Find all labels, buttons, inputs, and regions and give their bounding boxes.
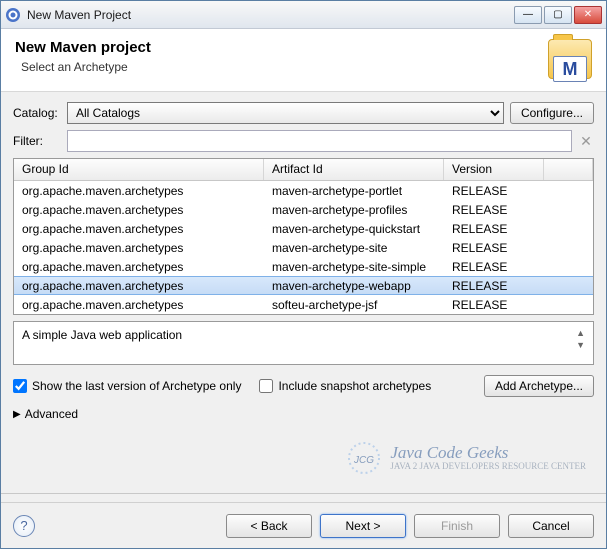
table-row[interactable]: org.apache.maven.archetypesmaven-archety… [14, 219, 593, 238]
include-snapshot-checkbox[interactable]: Include snapshot archetypes [259, 379, 431, 393]
column-group-id[interactable]: Group Id [14, 159, 264, 180]
filter-input[interactable] [67, 130, 572, 152]
expand-icon: ▶ [13, 409, 21, 420]
wizard-header: New Maven project Select an Archetype M [1, 29, 606, 92]
catalog-label: Catalog: [13, 106, 61, 120]
catalog-select[interactable]: All Catalogs [67, 102, 504, 124]
back-button[interactable]: < Back [226, 514, 312, 538]
configure-button[interactable]: Configure... [510, 102, 594, 124]
help-icon[interactable]: ? [13, 515, 35, 537]
cancel-button[interactable]: Cancel [508, 514, 594, 538]
minimize-button[interactable]: — [514, 6, 542, 24]
svg-text:JCG: JCG [353, 455, 374, 466]
maximize-button[interactable]: ▢ [544, 6, 572, 24]
table-row[interactable]: org.apache.maven.archetypesmaven-archety… [14, 276, 593, 295]
table-body[interactable]: org.apache.maven.archetypesmaven-archety… [14, 181, 593, 314]
table-row[interactable]: org.apache.maven.archetypesmaven-archety… [14, 181, 593, 200]
column-artifact-id[interactable]: Artifact Id [264, 159, 444, 180]
page-title: New Maven project [15, 39, 548, 56]
titlebar[interactable]: New Maven Project — ▢ ✕ [1, 1, 606, 29]
maven-folder-icon: M [548, 39, 592, 79]
column-version[interactable]: Version [444, 159, 544, 180]
scroll-down-icon[interactable]: ▼ [576, 340, 585, 350]
window-title: New Maven Project [27, 8, 514, 22]
show-last-version-checkbox[interactable]: Show the last version of Archetype only [13, 379, 241, 393]
scroll-up-icon[interactable]: ▲ [576, 328, 585, 338]
table-row[interactable]: org.apache.maven.archetypessofteu-archet… [14, 295, 593, 314]
table-row[interactable]: org.apache.maven.archetypesmaven-archety… [14, 200, 593, 219]
table-row[interactable]: org.apache.maven.archetypesmaven-archety… [14, 238, 593, 257]
page-subtitle: Select an Archetype [15, 60, 548, 74]
add-archetype-button[interactable]: Add Archetype... [484, 375, 594, 397]
finish-button[interactable]: Finish [414, 514, 500, 538]
next-button[interactable]: Next > [320, 514, 406, 538]
archetype-table: Group Id Artifact Id Version org.apache.… [13, 158, 594, 315]
clear-filter-icon[interactable]: ✕ [578, 133, 594, 150]
dialog-window: New Maven Project — ▢ ✕ New Maven projec… [0, 0, 607, 549]
table-row[interactable]: org.apache.maven.archetypesmaven-archety… [14, 257, 593, 276]
close-button[interactable]: ✕ [574, 6, 602, 24]
column-spacer [544, 159, 593, 180]
wizard-footer: ? < Back Next > Finish Cancel [1, 502, 606, 548]
watermark: JCG Java Code Geeks JAVA 2 JAVA DEVELOPE… [13, 429, 594, 487]
archetype-description: A simple Java web application [22, 328, 182, 342]
description-box: A simple Java web application ▲ ▼ [13, 321, 594, 365]
filter-label: Filter: [13, 134, 61, 148]
advanced-toggle[interactable]: ▶ Advanced [13, 403, 594, 423]
app-icon [5, 7, 21, 23]
